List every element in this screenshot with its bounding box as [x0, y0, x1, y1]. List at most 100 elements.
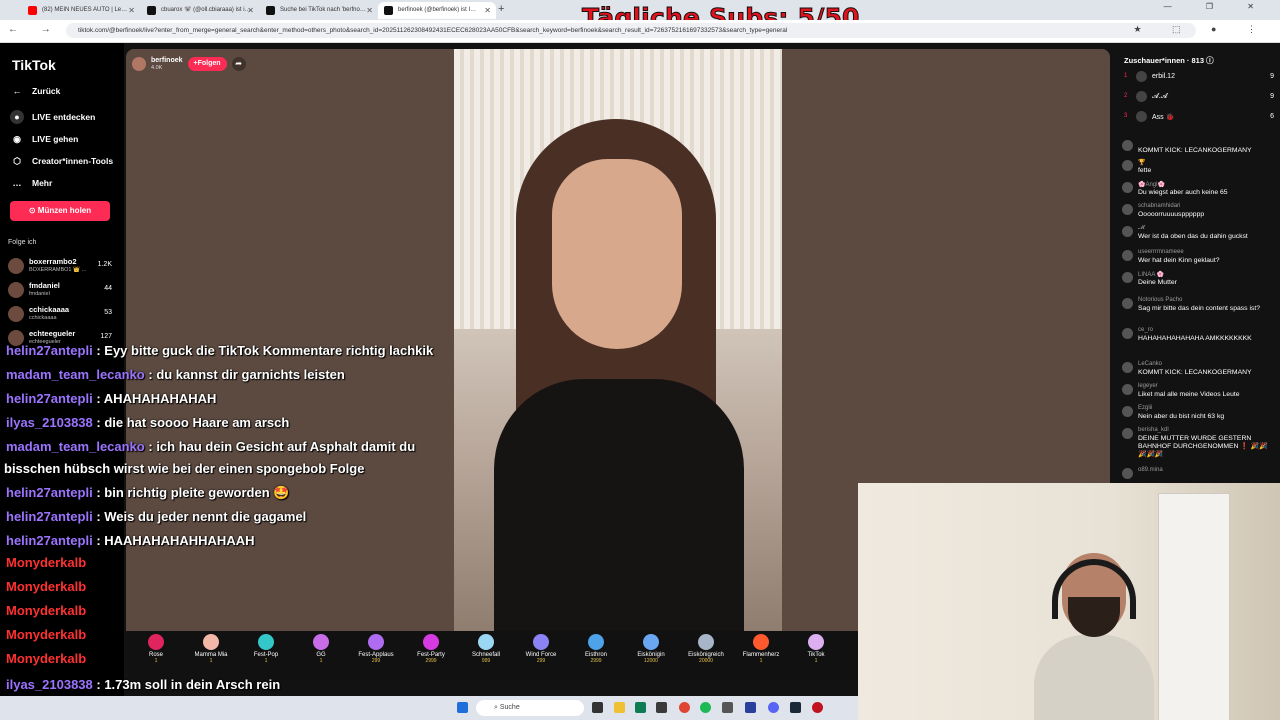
gift-icon — [368, 634, 384, 650]
top-viewer[interactable]: 3 Ass 🐞 6 — [1124, 110, 1274, 126]
gift-item[interactable]: GG 1 — [295, 634, 347, 664]
overlay-text: : Weis du jeder nennt die gagamel — [96, 509, 307, 524]
chat-username[interactable]: 𝓜 — [1138, 225, 1145, 232]
browser-tab[interactable]: Suche bei TikTok nach 'berfno… ✕ — [260, 2, 378, 19]
sidebar-item-go-live[interactable]: ◉ LIVE gehen — [10, 132, 78, 146]
browser-tab[interactable]: (82) MEIN NEUES AUTO | Le… ✕ — [22, 2, 140, 19]
avatar[interactable] — [1122, 160, 1133, 171]
avatar[interactable] — [1122, 226, 1133, 237]
gift-item[interactable]: Fest-Pop 1 — [240, 634, 292, 664]
chat-username[interactable]: Notorious Pacho — [1138, 297, 1182, 303]
gift-icon — [533, 634, 549, 650]
overlay-text: : bin richtig pleite geworden 🤩 — [96, 485, 290, 500]
gift-item[interactable]: Eiskönigreich 20000 — [680, 634, 732, 664]
chat-username[interactable]: o89.mina — [1138, 467, 1163, 473]
chat-username[interactable]: LeCanko — [1138, 361, 1162, 367]
gift-item[interactable]: Rose 1 — [130, 634, 182, 664]
taskbar-search[interactable]: ⌕ Suche — [476, 700, 584, 716]
app-icon[interactable] — [722, 702, 733, 713]
chat-username[interactable]: 🏆 — [1138, 159, 1145, 166]
gift-icon — [478, 634, 494, 650]
chat-username[interactable]: LINAA 🌸 — [1138, 271, 1164, 278]
overlay-chat-line: helin27antepli : bin richtig pleite gewo… — [6, 485, 289, 501]
avatar[interactable] — [1122, 406, 1133, 417]
avatar[interactable] — [1122, 204, 1133, 215]
app-icon[interactable] — [745, 702, 756, 713]
get-coins-button[interactable]: ⊙ Münzen holen — [10, 201, 110, 221]
overlay-chat-line: Monyderkalb — [6, 555, 86, 570]
app-icon[interactable] — [812, 702, 823, 713]
top-viewer[interactable]: 2 𝓐.𝓐 9 — [1124, 90, 1274, 106]
overlay-chat-line: helin27antepli : HAAHAHAHAHHAHAAH — [6, 533, 254, 548]
spotify-icon[interactable] — [700, 702, 711, 713]
sidebar-item-live-explore[interactable]: ● LIVE entdecken — [10, 110, 95, 124]
browser-tab-active[interactable]: berfinoek (@berfinoek) ist I… ✕ — [378, 2, 496, 19]
avatar[interactable] — [1122, 468, 1133, 479]
close-tab-icon[interactable]: ✕ — [484, 2, 491, 19]
sidebar-item-back[interactable]: ← Zurück — [10, 84, 61, 98]
avatar[interactable] — [1122, 140, 1133, 151]
viewers-header[interactable]: Zuschauer*innen · 813 ⓘ — [1124, 55, 1214, 66]
explorer-icon[interactable] — [614, 702, 625, 713]
top-viewer[interactable]: 1 erbil.12 9 — [1124, 70, 1274, 86]
gift-item[interactable]: Flammenherz 1 — [735, 634, 787, 664]
task-view-icon[interactable] — [592, 702, 603, 713]
gift-item[interactable]: Wind Force 299 — [515, 634, 567, 664]
share-icon[interactable]: ➦ — [231, 57, 246, 71]
chrome-icon[interactable] — [679, 702, 690, 713]
avatar[interactable] — [1122, 182, 1133, 193]
following-item[interactable]: cchickaaaa cchickaaaa 53 — [8, 303, 118, 325]
avatar[interactable] — [1122, 428, 1133, 439]
chat-username[interactable]: legeyer — [1138, 383, 1158, 389]
close-tab-icon[interactable]: ✕ — [247, 2, 254, 19]
live-video[interactable] — [454, 49, 782, 631]
chat-username[interactable]: ce_ro — [1138, 327, 1153, 333]
avatar[interactable] — [1122, 384, 1133, 395]
windows-start-icon[interactable] — [457, 702, 468, 713]
gift-item[interactable]: Fest-Applaus 299 — [350, 634, 402, 664]
gift-icon — [753, 634, 769, 650]
discord-icon[interactable] — [768, 702, 779, 713]
streamer-avatar[interactable] — [132, 57, 146, 71]
gift-item[interactable]: Fest-Party 2999 — [405, 634, 457, 664]
edge-icon[interactable] — [635, 702, 646, 713]
close-tab-icon[interactable]: ✕ — [366, 2, 373, 19]
streamer-name[interactable]: berfinoek — [151, 57, 183, 65]
new-tab-button[interactable]: + — [498, 3, 504, 15]
sidebar-item-creator-tools[interactable]: ⬡ Creator*innen-Tools — [10, 154, 113, 168]
chat-username[interactable]: berisha_kdl — [1138, 427, 1169, 433]
chat-username[interactable]: schabnamhidari — [1138, 203, 1180, 209]
gift-item[interactable]: Eiskönigin 12000 — [625, 634, 677, 664]
chat-username[interactable]: useerrrmnameee — [1138, 249, 1184, 255]
app-icon[interactable] — [656, 702, 667, 713]
sidebar-item-more[interactable]: … Mehr — [10, 176, 53, 190]
avatar[interactable] — [1122, 362, 1133, 373]
chat-text: Deine Mutter — [1138, 279, 1177, 286]
gift-item[interactable]: Schneefall 999 — [460, 634, 512, 664]
overlay-chat-line: bisschen hübsch wirst wie bei der einen … — [4, 461, 364, 476]
following-item[interactable]: fmdaniel fmdaniel 44 — [8, 279, 118, 301]
overlay-username: helin27antepli — [6, 533, 93, 548]
back-arrow-icon: ← — [12, 86, 22, 96]
window-controls[interactable]: — ❐ ✕ — [1164, 2, 1270, 11]
overlay-username: Monyderkalb — [6, 555, 87, 570]
url-field[interactable]: tiktok.com/@berfinoek/live?enter_from_me… — [66, 23, 1196, 38]
follow-button[interactable]: +Folgen — [187, 57, 227, 71]
avatar[interactable] — [1122, 250, 1133, 261]
address-bar-icons[interactable]: ★ ⬚ ● ⋮ — [1133, 24, 1270, 35]
gift-item[interactable]: TikTok 1 — [790, 634, 842, 664]
tiktok-logo[interactable]: TikTok — [12, 57, 56, 73]
gift-item[interactable]: Mamma Mia 1 — [185, 634, 237, 664]
steam-icon[interactable] — [790, 702, 801, 713]
chat-username[interactable]: 🌸Angl🌸 — [1138, 181, 1165, 188]
gift-item[interactable]: Eisthron 2999 — [570, 634, 622, 664]
avatar[interactable] — [1122, 272, 1133, 283]
avatar[interactable] — [1122, 328, 1133, 339]
chat-username[interactable]: Ezglii — [1138, 405, 1152, 411]
close-tab-icon[interactable]: ✕ — [128, 2, 135, 19]
browser-tab[interactable]: cbuarox 🐨 (@oll.cbiaraaa) ist i… ✕ — [141, 2, 259, 19]
overlay-chat-line: helin27antepli : Weis du jeder nennt die… — [6, 509, 306, 524]
overlay-text: : ich hau dein Gesicht auf Asphalt damit… — [148, 439, 416, 454]
following-item[interactable]: boxerrambo2 BOXERRAMBO1 👑 … 1.2K — [8, 255, 118, 277]
avatar[interactable] — [1122, 298, 1133, 309]
